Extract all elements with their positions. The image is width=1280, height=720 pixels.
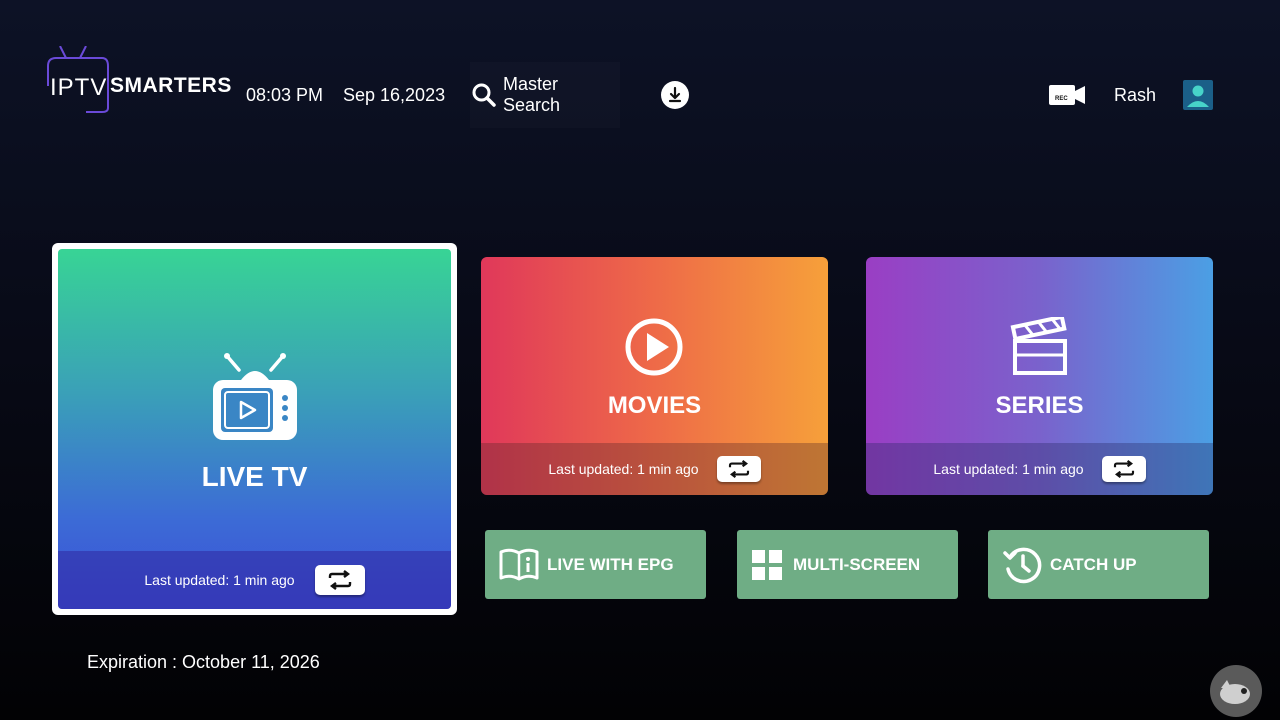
- live-with-epg-button[interactable]: LIVE WITH EPG: [485, 530, 706, 599]
- book-info-icon: [499, 548, 539, 580]
- user-avatar-button[interactable]: [1183, 80, 1213, 110]
- logo-smarters-text: SMARTERS: [110, 74, 232, 97]
- clock-date: Sep 16,2023: [343, 85, 446, 105]
- movies-footer: Last updated: 1 min ago: [481, 443, 828, 495]
- play-circle-icon: [625, 318, 683, 376]
- catch-up-button[interactable]: CATCH UP: [988, 530, 1209, 599]
- rec-label: REC: [1055, 96, 1068, 102]
- movies-title: MOVIES: [607, 392, 702, 419]
- catch-up-label: CATCH UP: [1050, 554, 1137, 574]
- tv-icon: [213, 353, 297, 440]
- download-icon: [668, 86, 682, 103]
- user-avatar-icon: [1187, 85, 1209, 107]
- master-search-button[interactable]: Master Search: [470, 62, 620, 128]
- movies-tile[interactable]: MOVIES Last updated: 1 min ago: [481, 257, 828, 495]
- screen-recorder-bubble[interactable]: [1210, 665, 1262, 717]
- movies-last-updated: Last updated: 1 min ago: [548, 461, 699, 477]
- series-title: SERIES: [995, 392, 1084, 419]
- series-footer: Last updated: 1 min ago: [866, 443, 1213, 495]
- live-tv-tile-focus-frame: LIVE TV Last updated: 1 min ago: [52, 243, 457, 615]
- download-button[interactable]: [661, 81, 689, 109]
- refresh-icon: [328, 570, 351, 590]
- grid-icon: [752, 549, 782, 580]
- username: Rash: [1114, 85, 1157, 105]
- record-button[interactable]: REC: [1049, 83, 1085, 107]
- refresh-icon: [728, 460, 749, 478]
- logo-iptv-text: IPTV: [50, 74, 108, 101]
- multi-screen-label: MULTI-SCREEN: [793, 554, 921, 574]
- live-tv-title: LIVE TV: [201, 461, 308, 492]
- multi-screen-button[interactable]: MULTI-SCREEN: [737, 530, 958, 599]
- series-last-updated: Last updated: 1 min ago: [933, 461, 1084, 477]
- series-refresh-button[interactable]: [1101, 456, 1146, 482]
- clapperboard-icon: [1010, 317, 1067, 375]
- master-search-label: Master Search: [502, 74, 561, 115]
- history-icon: [1003, 547, 1042, 583]
- live-tv-footer: Last updated: 1 min ago: [58, 551, 451, 609]
- live-tv-last-updated: Last updated: 1 min ago: [144, 572, 295, 588]
- refresh-icon: [1113, 460, 1134, 478]
- live-tv-refresh-button[interactable]: [314, 565, 365, 595]
- clock-time: 08:03 PM: [246, 85, 324, 105]
- movies-refresh-button[interactable]: [716, 456, 761, 482]
- record-camera-icon: [1049, 85, 1085, 105]
- live-with-epg-label: LIVE WITH EPG: [547, 554, 674, 574]
- app-logo: IPTV SMARTERS: [46, 46, 231, 116]
- recorder-mascot-icon: [1220, 680, 1250, 704]
- search-icon: [472, 83, 496, 107]
- expiration-date: Expiration : October 11, 2026: [87, 652, 320, 672]
- live-tv-tile[interactable]: LIVE TV Last updated: 1 min ago: [58, 249, 451, 609]
- series-tile[interactable]: SERIES Last updated: 1 min ago: [866, 257, 1213, 495]
